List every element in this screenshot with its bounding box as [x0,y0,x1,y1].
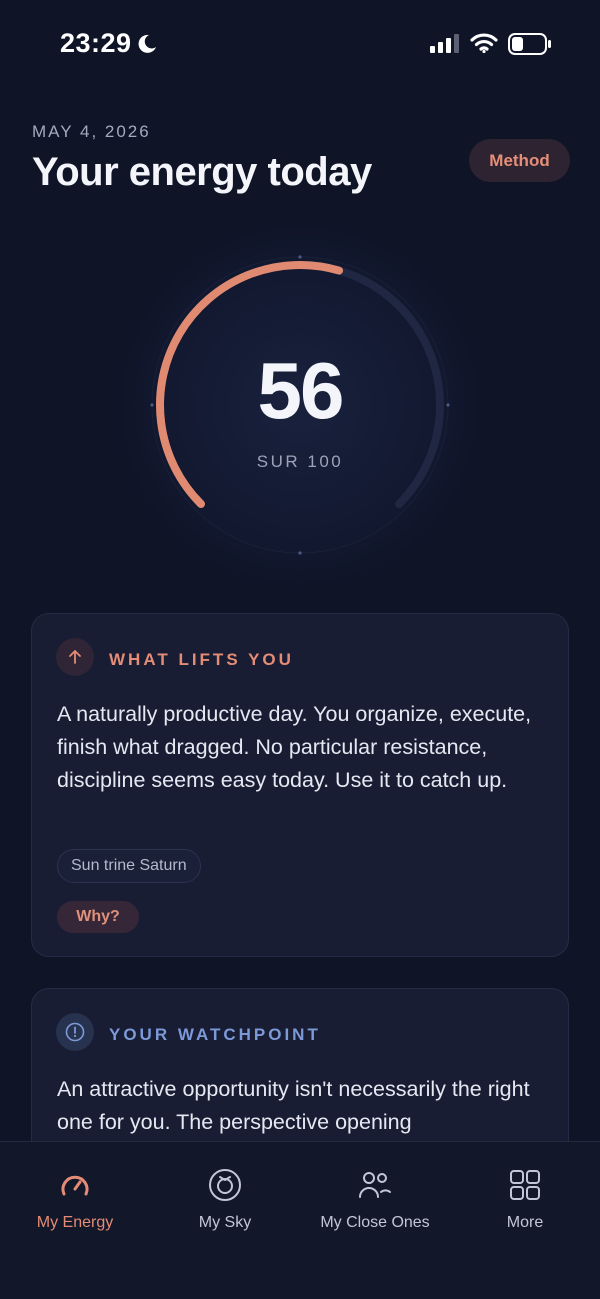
gauge-tick-bottom [298,551,302,555]
lifts-heading: WHAT LIFTS YOU [109,650,294,669]
lifts-card: WHAT LIFTS YOU A naturally productive da… [31,613,569,957]
signal-icon [430,34,459,53]
sky-icon [209,1169,241,1201]
grid-icon [510,1170,540,1200]
aspect-chip[interactable]: Sun trine Saturn [57,849,201,883]
tab-my-close-ones[interactable]: My Close Ones [300,1142,450,1252]
tab-bar: My Energy My Sky My Close Ones More [0,1141,600,1299]
lifts-icon-badge [56,638,94,676]
date-label: MAY 4, 2026 [32,122,151,141]
tab-my-energy[interactable]: My Energy [0,1142,150,1252]
tab-label: My Energy [36,1214,114,1231]
why-button[interactable]: Why? [57,901,139,933]
arrow-up-icon [69,650,81,664]
alert-circle-icon [65,1022,85,1042]
tab-label: My Close Ones [320,1214,430,1231]
watchpoint-text: An attractive opportunity isn't necessar… [57,1077,530,1134]
lifts-text: A naturally productive day. You organize… [57,702,532,792]
people-icon [359,1172,391,1198]
wifi-icon [470,33,498,54]
moon-icon [138,34,156,53]
tab-more[interactable]: More [450,1142,600,1252]
watchpoint-heading: YOUR WATCHPOINT [109,1025,321,1044]
tab-my-sky[interactable]: My Sky [150,1142,300,1252]
tab-label: My Sky [198,1214,252,1231]
status-bar: 23:29 [0,0,600,90]
page-title: Your energy today [32,150,372,194]
energy-score: 56 [257,346,345,435]
energy-gauge: 56 SUR 100 [100,205,500,605]
battery-icon [508,33,551,55]
score-scale: SUR 100 [256,452,344,471]
status-time: 23:29 [60,28,132,58]
watchpoint-icon-badge [56,1013,94,1051]
gauge-icon [61,1175,89,1196]
gauge-tick-top [298,255,302,259]
method-button[interactable]: Method [469,139,570,182]
tab-label: More [506,1214,544,1231]
